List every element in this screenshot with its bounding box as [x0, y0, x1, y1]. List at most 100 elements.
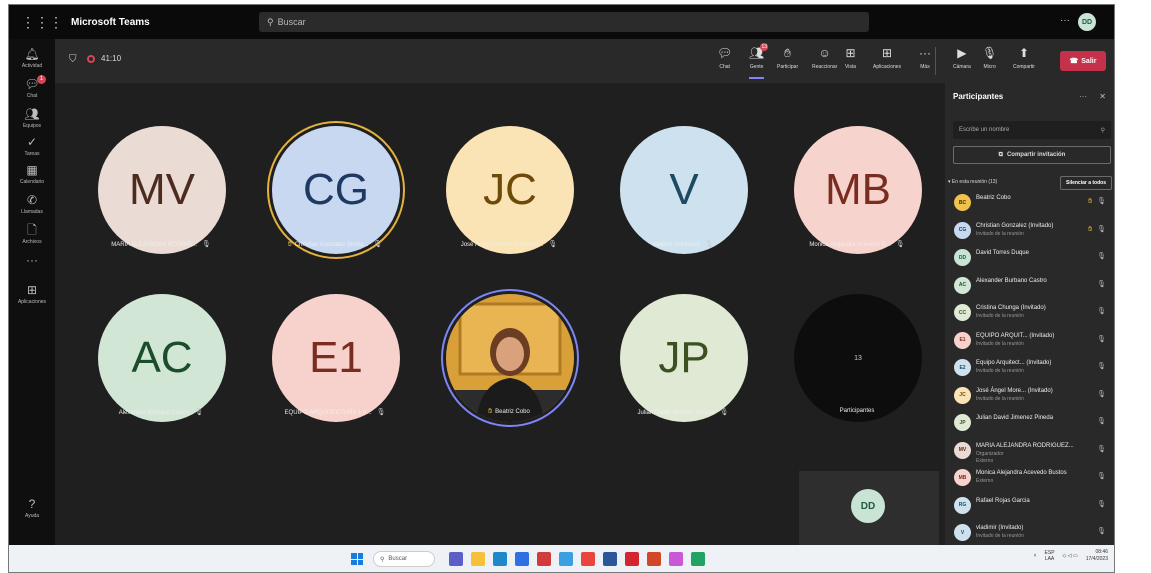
- participant-tile[interactable]: MB Monica Alejandra Acevedo B... 🎙︎: [771, 83, 943, 263]
- mic-icon: 🎙︎: [1097, 198, 1106, 205]
- rail-item-files[interactable]: 🗋 Archivos: [9, 223, 55, 245]
- participant-status: 🎙︎: [1097, 362, 1106, 370]
- powerpoint-icon[interactable]: [647, 552, 661, 566]
- rail-item-bell[interactable]: 🔔︎ Actividad: [9, 47, 55, 69]
- rail-item-help[interactable]: ? Ayuda: [9, 497, 55, 519]
- participant-list-item[interactable]: JP Julian David Jimenez Pineda 🎙︎: [945, 410, 1114, 437]
- excel-icon[interactable]: [691, 552, 705, 566]
- control-label: Cámara: [953, 64, 971, 70]
- participant-list-item[interactable]: E2 Equipo Arquitect... (Invitado) Invitado…: [945, 355, 1114, 382]
- panel-title: Participantes: [953, 92, 1004, 101]
- participant-list-item[interactable]: JC José Ángel More... (Invitado) Invitado …: [945, 383, 1114, 410]
- shield-icon: ⛉: [69, 54, 77, 65]
- mic-muted-icon: 🎙︎: [1097, 390, 1106, 398]
- participant-name: MARIA ALEJANDRA RODRIGUEZ...: [976, 442, 1074, 449]
- overflow-tile[interactable]: 13 Participantes: [771, 251, 943, 431]
- participant-list-item[interactable]: CC Cristina Chunga (Invitado) Invitado de …: [945, 300, 1114, 327]
- in-meeting-section[interactable]: ▾ En esta reunión (13) Silenciar a todos: [945, 176, 1114, 190]
- participant-search-input[interactable]: Escribe un nombre ⚲: [953, 121, 1111, 139]
- participant-role: Invitado de la reunión: [976, 533, 1024, 539]
- rail-item-more[interactable]: ···: [9, 253, 55, 267]
- edge-icon[interactable]: [493, 552, 507, 566]
- word-icon[interactable]: [603, 552, 617, 566]
- participant-list-item[interactable]: DD David Torres Duque 🎙︎: [945, 245, 1114, 272]
- participant-list-item[interactable]: BC Beatriz Cobo ✋︎ 🎙︎: [945, 190, 1114, 217]
- photos-icon[interactable]: [559, 552, 573, 566]
- close-icon[interactable]: ✕: [1099, 92, 1106, 101]
- rail-item-teams[interactable]: 👥︎ Equipos: [9, 107, 55, 129]
- rail-item-apps[interactable]: ⊞ Aplicaciones: [9, 283, 55, 305]
- mute-all-button[interactable]: Silenciar a todos: [1059, 176, 1112, 190]
- toolbar-vista-button[interactable]: ⊞ Vista: [845, 45, 856, 70]
- toolbar-gente-button[interactable]: 👥︎ 13 Gente: [749, 43, 769, 79]
- search-icon: ⚲: [380, 556, 385, 563]
- settings-more-icon[interactable]: ···: [1060, 15, 1070, 26]
- participant-list-item[interactable]: RG Rafael Rojas Garcia 🎙︎: [945, 493, 1114, 520]
- taskbar-search-input[interactable]: ⚲ Buscar: [373, 551, 435, 567]
- raise-hand-icon: ✋︎: [784, 46, 791, 60]
- participant-name-label: EQUIPO ARQUITECTURA 1 (I... 🎙︎: [249, 408, 421, 416]
- control-share-button[interactable]: ⬆ Compartir: [1013, 45, 1035, 70]
- acrobat-icon[interactable]: [625, 552, 639, 566]
- global-search-input[interactable]: ⚲ Buscar: [259, 12, 869, 32]
- avatar: AC: [954, 276, 971, 294]
- more-options-icon[interactable]: ···: [1079, 92, 1087, 101]
- avatar[interactable]: DD: [1078, 13, 1096, 31]
- rail-item-phone[interactable]: ✆ Llamadas: [9, 193, 55, 215]
- participant-list-item[interactable]: AC Alexander Burbano Castro 🎙︎: [945, 273, 1114, 300]
- mail-icon[interactable]: [537, 552, 551, 566]
- participant-tile[interactable]: JC José Ángel Moreno Calderón... 🎙︎: [423, 83, 595, 263]
- toolbar-más-button[interactable]: ··· Más: [919, 45, 931, 70]
- control-camera-off-button[interactable]: ▶ Cámara: [953, 45, 971, 70]
- toolbar-aplicaciones-button[interactable]: ⊞ Aplicaciones: [873, 45, 901, 70]
- clock[interactable]: 08:46 17/4/2023: [1086, 549, 1108, 563]
- store-icon[interactable]: [515, 552, 529, 566]
- chrome-icon[interactable]: [581, 552, 595, 566]
- chevron-up-icon[interactable]: ˄: [1034, 553, 1037, 559]
- notification-badge: 1: [37, 75, 46, 84]
- rail-label: Llamadas: [21, 209, 43, 215]
- avatar: CG: [272, 126, 400, 254]
- participant-list-item[interactable]: MB Monica Alejandra Acevedo Bustos Externo…: [945, 465, 1114, 492]
- participant-list-item[interactable]: E1 EQUIPO ARQUIT... (Invitado) Invitado de…: [945, 328, 1114, 355]
- control-mic-off-button[interactable]: 🎙︎ Micro: [982, 45, 997, 70]
- participant-tile[interactable]: CG ✋︎ Christian Gonzalez (Invita... 🎙︎: [249, 83, 421, 263]
- toolbar-label: Vista: [845, 64, 857, 70]
- raised-hand-icon: ✋︎: [1088, 225, 1095, 233]
- reaction-icon: ☺: [818, 46, 831, 60]
- chat-icon: 💬︎: [717, 46, 733, 60]
- participant-name: Participantes: [839, 408, 875, 414]
- windows-start-icon[interactable]: [351, 553, 363, 565]
- network-volume-battery-icon[interactable]: ◇ ◁ ▭: [1063, 553, 1078, 559]
- participant-tile[interactable]: MV MARIA ALEJANDRA RODRIG... 🎙︎: [75, 83, 247, 263]
- participant-name: Cristina Chunga (Invitado): [976, 305, 1046, 311]
- self-preview[interactable]: DD: [799, 471, 939, 545]
- toolbar-reaccionar-button[interactable]: ☺ Reaccionar: [812, 45, 837, 70]
- participant-tile[interactable]: Vvladimir (Invitado) 🎙︎: [597, 83, 769, 263]
- participant-role-secondary: Externo: [976, 457, 994, 464]
- participant-tile[interactable]: ✋︎ Beatriz Cobo: [423, 251, 595, 431]
- participant-tile[interactable]: JP Julian David Jimenez Pineda 🎙︎: [597, 251, 769, 431]
- toolbar-chat-button[interactable]: 💬︎ Chat: [717, 45, 732, 70]
- leave-button[interactable]: ☎ Salir: [1060, 51, 1106, 71]
- file-explorer-icon[interactable]: [471, 552, 485, 566]
- participant-list-item[interactable]: MV MARIA ALEJANDRA RODRIGUEZ... Organizado…: [945, 438, 1114, 465]
- toolbar-participar-button[interactable]: ✋︎ Participar: [777, 45, 798, 70]
- participant-tile[interactable]: E1 EQUIPO ARQUITECTURA 1 (I... 🎙︎: [249, 251, 421, 431]
- teams-icon[interactable]: [449, 552, 463, 566]
- participant-tile[interactable]: AC Alexander Burbano Castro 🎙︎: [75, 251, 247, 431]
- app-launcher-icon[interactable]: ⋮⋮⋮: [21, 14, 63, 31]
- rail-item-chat[interactable]: 💬︎ Chat 1: [9, 75, 55, 99]
- people-icon: 👥︎ 13: [749, 43, 769, 60]
- language-indicator[interactable]: ESP LAA: [1045, 550, 1055, 562]
- gallery-icon[interactable]: [669, 552, 683, 566]
- share-invite-button[interactable]: ⧉ Compartir invitación: [953, 146, 1111, 164]
- participant-list-item[interactable]: CG Christian Gonzalez (Invitado) Invitado …: [945, 218, 1114, 245]
- participant-status: ✋︎ 🎙︎: [1088, 225, 1106, 234]
- participant-list-item[interactable]: Vvladimir (Invitado) Invitado de la reuni…: [945, 520, 1114, 547]
- avatar: DD: [954, 249, 971, 266]
- rail-item-calendar[interactable]: ▦ Calendario: [9, 163, 55, 185]
- rail-item-tasks[interactable]: ✓ Tareas: [9, 135, 55, 157]
- avatar: CG: [954, 221, 971, 239]
- phone-hangup-icon: ☎: [1069, 58, 1079, 65]
